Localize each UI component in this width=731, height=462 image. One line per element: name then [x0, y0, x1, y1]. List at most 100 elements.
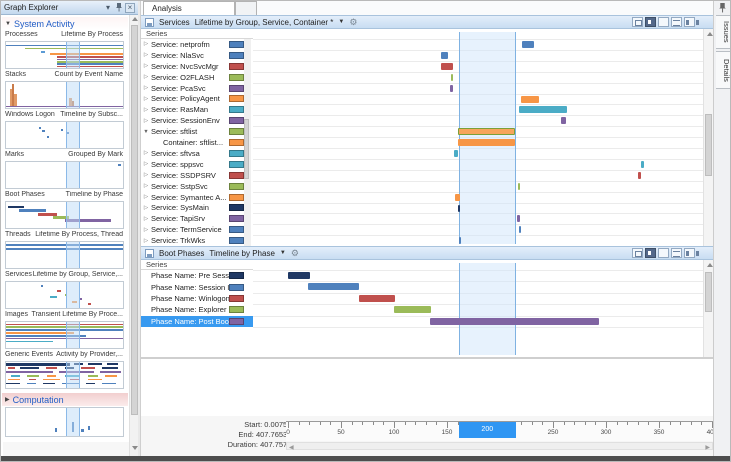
series-row[interactable]: ▷ Service: SstpSvc [141, 181, 253, 192]
gear-icon[interactable]: ⚙ [349, 17, 357, 28]
series-row[interactable]: ▷ Service: TrkWks [141, 235, 253, 246]
selection-chip[interactable]: 200 [458, 422, 516, 438]
expander-icon[interactable]: ▷ [141, 52, 151, 58]
graph-view-preset[interactable]: Lifetime by Group, Service, Container * [195, 18, 334, 27]
timeline-bar[interactable] [308, 283, 359, 291]
timeline-bar[interactable] [519, 106, 567, 114]
timeline-bar[interactable] [440, 51, 449, 59]
graph-thumbnail-windows-logon[interactable]: Windows Logon Timeline by Subsc... [1, 111, 127, 151]
series-row[interactable]: ▷ Service: TermService [141, 224, 253, 235]
series-row[interactable]: Container: sftlist... [141, 137, 253, 148]
timeline-bar[interactable] [521, 95, 540, 103]
series-row[interactable]: ▷ Service: NlaSvc [141, 50, 253, 61]
series-row[interactable]: ▷ Service: PcaSvc [141, 83, 253, 94]
series-row[interactable]: ▷ Service: SSDPSRV [141, 170, 253, 181]
scrollbar-thumb[interactable] [244, 119, 249, 179]
timeline-bar[interactable] [394, 306, 432, 314]
graph-only-icon[interactable] [658, 17, 669, 27]
series-row[interactable]: Phase Name: Explorer Init [141, 304, 253, 315]
thumbnail-chart[interactable] [5, 121, 124, 149]
graph-thumbnail-processes[interactable]: Processes Lifetime By Process [1, 31, 127, 71]
expander-icon[interactable]: ▷ [141, 74, 151, 80]
series-row[interactable]: ▼ Service: sftlist [141, 126, 253, 137]
graph-thumbnail-boot-phases[interactable]: Boot Phases Timeline by Phase [1, 191, 127, 231]
series-row[interactable]: ▷ Service: sftvsa [141, 148, 253, 159]
expander-icon[interactable]: ▷ [141, 216, 151, 222]
timeline-bar[interactable] [430, 317, 599, 325]
series-row[interactable]: ▷ Service: O2FLASH [141, 72, 253, 83]
series-row[interactable]: ▷ Service: RasMan [141, 104, 253, 115]
scroll-up-icon[interactable] [706, 262, 713, 269]
timeline-bar[interactable] [457, 204, 460, 212]
timeline-bar[interactable] [440, 62, 454, 70]
timeline-bar[interactable] [288, 272, 311, 279]
selection-region[interactable] [458, 263, 516, 355]
series-row[interactable]: ▷ Service: SysMain [141, 203, 253, 214]
scrollbar-thumb[interactable] [705, 272, 712, 312]
tab-issues[interactable]: Issues [716, 15, 730, 49]
split-view-icon[interactable] [684, 17, 699, 27]
expander-icon[interactable]: ▷ [141, 118, 151, 124]
scroll-down-icon[interactable] [131, 445, 138, 452]
scroll-up-icon[interactable] [131, 16, 138, 23]
services-chart-scrollbar[interactable] [703, 29, 713, 246]
graph-thumbnail-threads[interactable]: Threads Lifetime By Process, Thread [1, 231, 127, 271]
table-only-icon[interactable] [671, 17, 682, 27]
expander-icon[interactable]: ▷ [141, 205, 151, 211]
time-ruler[interactable]: 050100150200250300350400200 [286, 421, 724, 441]
expander-icon[interactable]: ▷ [141, 41, 151, 47]
timeline-bar[interactable] [457, 139, 515, 147]
services-chart[interactable] [253, 29, 703, 246]
expander-open-icon[interactable]: ▼ [141, 129, 151, 135]
tab-stub[interactable] [235, 1, 257, 15]
expander-icon[interactable]: ▷ [141, 63, 151, 69]
timeline-bar[interactable] [359, 294, 396, 302]
chevron-down-icon[interactable]: ▼ [338, 19, 344, 25]
timeline-bar[interactable] [455, 193, 460, 201]
thumbnail-chart[interactable] [5, 321, 124, 349]
graph-thumbnail-stacks[interactable]: Stacks Count by Event Name [1, 71, 127, 111]
split-view-icon[interactable] [684, 248, 699, 258]
tab-analysis[interactable]: Analysis [143, 1, 235, 15]
boot-chart-scrollbar[interactable] [703, 260, 713, 357]
thumbnail-chart[interactable] [5, 161, 124, 189]
series-row[interactable]: ▷ Service: sppsvc [141, 159, 253, 170]
timeline-bar[interactable] [640, 160, 645, 168]
timeline-bar[interactable] [637, 171, 641, 179]
series-row[interactable]: ▷ Service: PolicyAgent [141, 94, 253, 105]
window-menu-icon[interactable]: ▾ [103, 3, 113, 13]
pin-icon[interactable] [114, 3, 124, 13]
timeline-bar[interactable] [516, 215, 521, 223]
section-computation[interactable]: ▶ Computation [2, 393, 128, 406]
timeline-bar[interactable] [457, 128, 515, 136]
series-row[interactable]: Phase Name: Winlogon Init [141, 293, 253, 304]
thumbnail-chart[interactable] [5, 81, 124, 109]
selection-region[interactable] [458, 32, 516, 244]
graph-thumbnail-marks[interactable]: Marks Grouped By Mark [1, 151, 127, 191]
graph-only-icon[interactable] [658, 248, 669, 258]
expander-icon[interactable]: ▷ [141, 172, 151, 178]
scroll-left-icon[interactable]: ◀ [289, 444, 294, 451]
computation-thumbnail[interactable] [5, 407, 124, 437]
table-only-icon[interactable] [671, 248, 682, 258]
expander-icon[interactable]: ▷ [141, 96, 151, 102]
expander-icon[interactable]: ▷ [141, 150, 151, 156]
pin-icon[interactable] [718, 3, 728, 13]
series-row[interactable]: ▷ Service: NvcSvcMgr [141, 61, 253, 72]
close-icon[interactable]: × [125, 2, 135, 13]
thumbnail-chart[interactable] [5, 361, 124, 389]
series-row[interactable]: Phase Name: Pre Session I... [141, 270, 253, 281]
gear-icon[interactable]: ⚙ [291, 248, 299, 259]
tab-details[interactable]: Details [716, 51, 730, 89]
graph-view-preset[interactable]: Timeline by Phase [209, 249, 275, 258]
expander-icon[interactable]: ▷ [141, 85, 151, 91]
horizontal-scrollbar[interactable]: ◀ ▶ [286, 442, 713, 451]
series-row[interactable]: ▷ Service: netprofm [141, 39, 253, 50]
expander-icon[interactable]: ▷ [141, 227, 151, 233]
expander-icon[interactable]: ▷ [141, 183, 151, 189]
timeline-bar[interactable] [522, 41, 534, 48]
timeline-bar[interactable] [450, 84, 454, 92]
timeline-bar[interactable] [519, 226, 522, 234]
sidebar-scrollbar[interactable] [129, 15, 138, 456]
graph-and-table-icon[interactable] [645, 248, 656, 258]
